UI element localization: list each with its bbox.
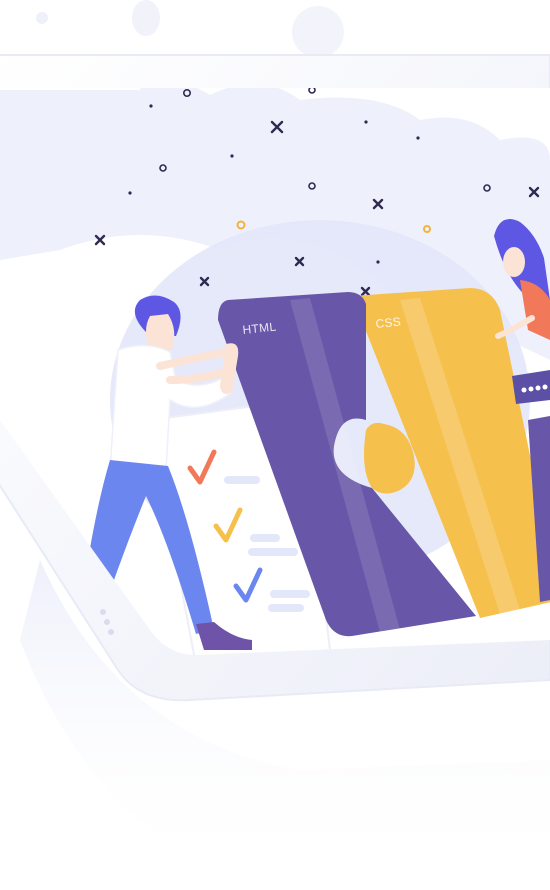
tablet-illustration: CSS HTML [0,0,550,880]
background-decoration [36,0,344,58]
css-label: CSS [375,314,402,331]
